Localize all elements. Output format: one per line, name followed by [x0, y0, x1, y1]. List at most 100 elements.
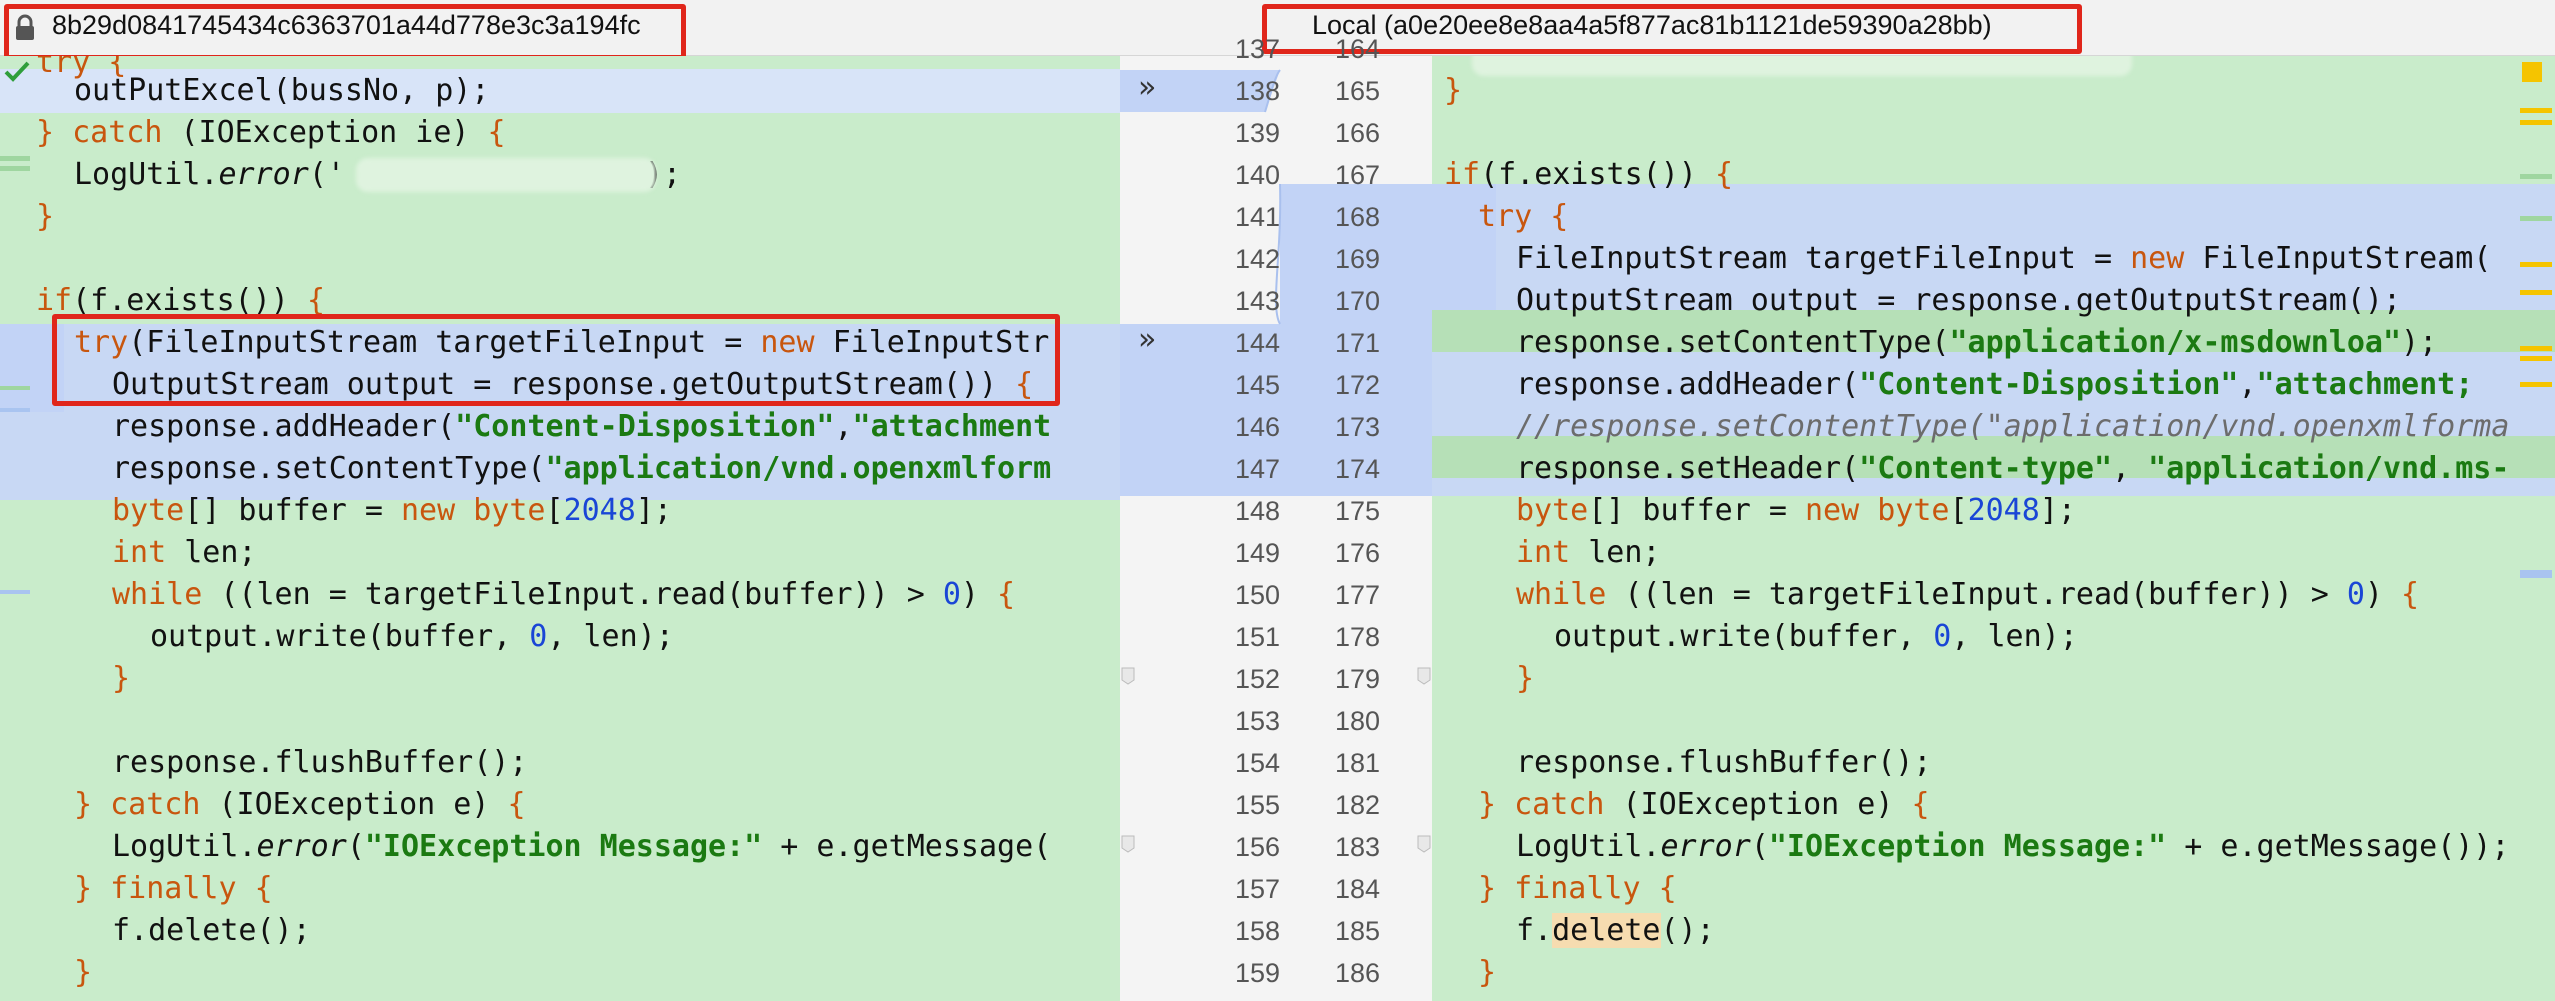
change-marker[interactable]: [2520, 174, 2552, 179]
line-number-right: 168: [1334, 202, 1380, 232]
line-number-right: 178: [1334, 622, 1380, 652]
line-number-left: 154: [1234, 748, 1280, 778]
code-line: int len;: [112, 535, 257, 570]
code-line: outPutExcel(bussNo, p);: [74, 73, 490, 108]
line-number-left: 157: [1234, 874, 1280, 904]
line-number-right: 183: [1334, 832, 1380, 862]
left-code-pane[interactable]: try { outPutExcel(bussNo, p); } catch (I…: [0, 56, 1120, 1001]
code-line: while ((len = targetFileInput.read(buffe…: [112, 577, 1016, 612]
line-number-left: 156: [1234, 832, 1280, 862]
line-number-right: 166: [1334, 118, 1380, 148]
line-number-left: 143: [1234, 286, 1280, 316]
line-number-right: 174: [1334, 454, 1380, 484]
line-number-left: 142: [1234, 244, 1280, 274]
fold-icon[interactable]: [1416, 666, 1432, 686]
fold-icon[interactable]: [1120, 834, 1136, 854]
line-number-right: 171: [1334, 328, 1380, 358]
code-line: LogUtil.error("IOException Message:" + e…: [1516, 829, 2510, 864]
right-code-pane[interactable]: } if(f.exists()) { try { FileInputStream…: [1432, 56, 2555, 1001]
fold-icon[interactable]: [1416, 834, 1432, 854]
code-line: }: [112, 661, 131, 696]
diff-gutter: » » 137 138 139 140 141 142 143 144 145 146 147 148…: [1120, 34, 1432, 1001]
apply-change-arrow-icon[interactable]: »: [1138, 322, 1156, 357]
code-line: response.addHeader("Content-Disposition"…: [1516, 367, 2474, 402]
change-marker[interactable]: [2520, 216, 2552, 221]
line-number-right: 184: [1334, 874, 1380, 904]
redacted-text: [1472, 56, 2132, 76]
change-marker: [0, 166, 30, 171]
warning-marker[interactable]: [2522, 62, 2542, 82]
code-line: } finally {: [74, 871, 273, 906]
line-number-left: 159: [1234, 958, 1280, 988]
code-line: response.setContentType("application/x-m…: [1516, 325, 2438, 360]
line-number-left: 137: [1234, 34, 1280, 64]
change-marker: [0, 590, 30, 594]
line-number-left: 152: [1234, 664, 1280, 694]
line-number-right: 185: [1334, 916, 1380, 946]
change-marker: [0, 408, 30, 412]
line-number-left: 147: [1234, 454, 1280, 484]
line-number-right: 179: [1334, 664, 1380, 694]
change-marker: [0, 386, 30, 390]
warning-marker[interactable]: [2520, 120, 2552, 125]
checkmark-icon: [4, 61, 30, 82]
code-line: response.flushBuffer();: [1516, 745, 1932, 780]
code-line: int len;: [1516, 535, 1661, 570]
code-line: response.setHeader("Content-type", "appl…: [1516, 451, 2510, 486]
code-line: byte[] buffer = new byte[2048];: [112, 493, 672, 528]
line-number-left: 146: [1234, 412, 1280, 442]
code-line: output.write(buffer, 0, len);: [1554, 619, 2078, 654]
line-number-left: 149: [1234, 538, 1280, 568]
line-number-right: 164: [1334, 34, 1380, 64]
code-line: if(f.exists()) {: [1444, 157, 1733, 192]
annotation-box-right-hash: [1262, 4, 2082, 54]
line-number-right: 172: [1334, 370, 1380, 400]
change-marker[interactable]: [2520, 570, 2552, 578]
line-number-left: 145: [1234, 370, 1280, 400]
line-number-right: 175: [1334, 496, 1380, 526]
warning-marker[interactable]: [2520, 382, 2552, 387]
line-number-right: 170: [1334, 286, 1380, 316]
code-line: } finally {: [1478, 871, 1677, 906]
code-line: } catch (IOException ie) {: [36, 115, 506, 150]
warning-marker[interactable]: [2520, 108, 2552, 113]
line-number-left: 138: [1234, 76, 1280, 106]
code-line: output.write(buffer, 0, len);: [150, 619, 674, 654]
warning-marker[interactable]: [2520, 262, 2552, 267]
code-line: f.delete();: [112, 913, 311, 948]
code-line: byte[] buffer = new byte[2048];: [1516, 493, 2076, 528]
code-line: }: [74, 955, 93, 990]
warning-marker[interactable]: [2520, 356, 2552, 361]
code-line: }: [1444, 73, 1463, 108]
line-number-right: 176: [1334, 538, 1380, 568]
line-number-left: 158: [1234, 916, 1280, 946]
code-line: f.delete();: [1516, 913, 1715, 948]
line-number-left: 150: [1234, 580, 1280, 610]
line-number-left: 148: [1234, 496, 1280, 526]
line-number-right: 169: [1334, 244, 1380, 274]
code-line: response.setContentType("application/vnd…: [112, 451, 1052, 486]
fold-icon[interactable]: [1120, 666, 1136, 686]
line-number-left: 153: [1234, 706, 1280, 736]
line-number-left: 151: [1234, 622, 1280, 652]
line-number-right: 165: [1334, 76, 1380, 106]
warning-marker[interactable]: [2520, 346, 2552, 351]
code-line: }: [36, 199, 55, 234]
apply-change-arrow-icon[interactable]: »: [1138, 70, 1156, 105]
change-marker: [0, 156, 30, 161]
redacted-text: [356, 158, 656, 192]
annotation-box-left-hash: [4, 4, 686, 60]
code-line: try {: [1478, 199, 1569, 234]
line-number-right: 186: [1334, 958, 1380, 988]
annotation-box-try-block: [52, 314, 1060, 406]
code-line: response.flushBuffer();: [112, 745, 528, 780]
line-number-left: 144: [1234, 328, 1280, 358]
line-number-left: 141: [1234, 202, 1280, 232]
line-number-right: 167: [1334, 160, 1380, 190]
line-number-left: 139: [1234, 118, 1280, 148]
line-number-right: 181: [1334, 748, 1380, 778]
code-line: } catch (IOException e) {: [74, 787, 526, 822]
line-number-right: 177: [1334, 580, 1380, 610]
warning-marker[interactable]: [2520, 290, 2552, 295]
line-number-left: 140: [1234, 160, 1280, 190]
